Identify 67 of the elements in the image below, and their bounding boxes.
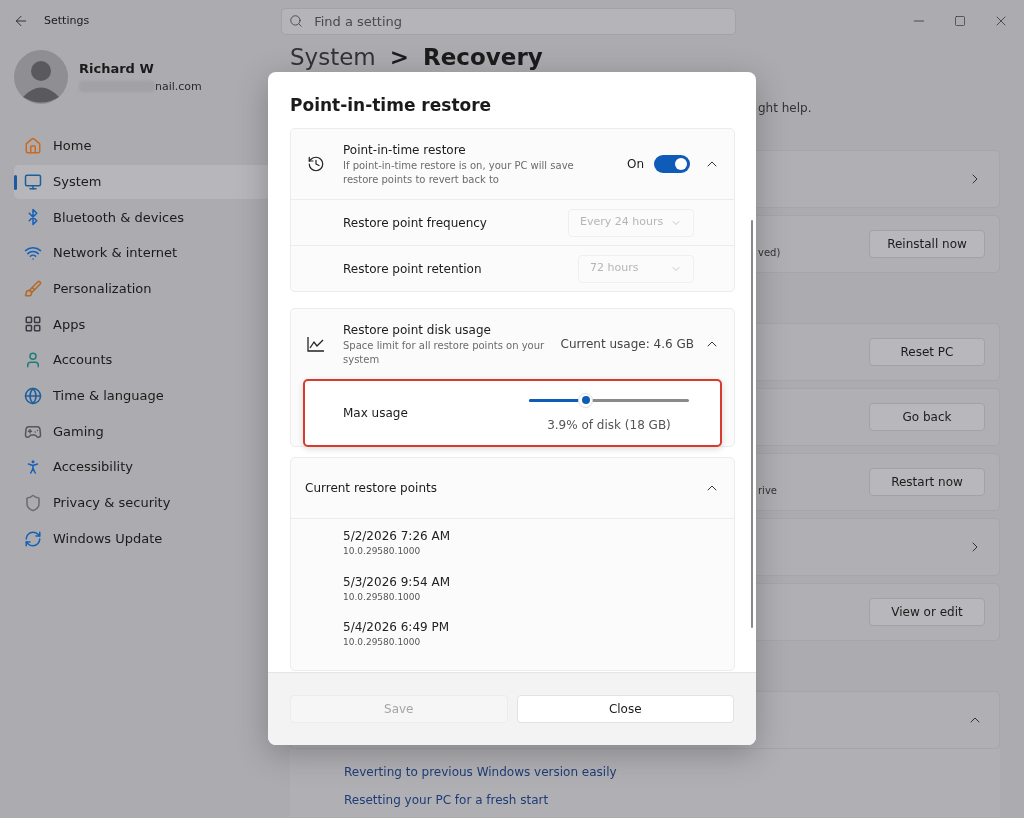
action-button[interactable]: Reinstall now: [869, 230, 985, 258]
slider[interactable]: [529, 392, 689, 408]
sidebar-item[interactable]: Apps: [14, 307, 270, 342]
toggle-state-label: On: [626, 156, 644, 173]
help-link[interactable]: Reverting to previous Windows version easily: [344, 763, 617, 781]
history-icon: [307, 155, 325, 173]
breadcrumb-item[interactable]: System: [290, 42, 376, 72]
search-icon: [289, 13, 304, 28]
window-title: Settings: [44, 12, 90, 29]
sidebar-item[interactable]: Privacy & security: [14, 485, 270, 520]
brush-icon: [24, 279, 42, 298]
slider-reading: 3.9% of disk (18 GB): [547, 416, 671, 434]
action-button[interactable]: View or edit: [869, 598, 985, 626]
maximize-icon[interactable]: [954, 15, 966, 27]
setting-description: Space limit for all restore points on your system: [343, 339, 546, 367]
dialog-title: Point-in-time restore: [290, 93, 492, 117]
person-icon: [24, 351, 42, 370]
house-icon: [24, 137, 42, 155]
setting-description: If point-in-time restore is on, your PC will save restore points to revert back to: [343, 159, 575, 187]
sidebar-item[interactable]: Network & internet: [14, 236, 270, 271]
sidebar-item[interactable]: Home: [14, 129, 270, 163]
action-button[interactable]: Restart now: [869, 468, 985, 496]
sidebar-item[interactable]: Personalization: [14, 271, 270, 306]
description-text: rive: [758, 483, 777, 498]
monitor-icon: [24, 172, 42, 191]
line-chart-icon: [307, 336, 325, 352]
description-text: ved): [758, 245, 781, 260]
wifi-icon: [24, 244, 42, 263]
sidebar-item[interactable]: Time & language: [14, 378, 270, 413]
action-button[interactable]: Reset PC: [869, 338, 985, 366]
breadcrumb-item: Recovery: [423, 43, 543, 72]
toggle-switch[interactable]: [654, 155, 690, 173]
breadcrumb-separator: >: [389, 43, 410, 72]
sidebar-item[interactable]: Gaming: [14, 414, 270, 449]
restore-point-version: 10.0.29580.1000: [343, 545, 422, 558]
action-button[interactable]: Go back: [869, 403, 985, 431]
shield-icon: [24, 493, 42, 512]
globe-icon: [24, 386, 42, 405]
sidebar-item[interactable]: Accounts: [14, 343, 270, 378]
user-email: nail.com: [155, 78, 202, 95]
restore-point-date: 5/2/2026 7:26 AM: [343, 528, 452, 545]
restore-point-version: 10.0.29580.1000: [343, 636, 422, 649]
setting-label: Restore point frequency: [343, 214, 487, 232]
user-name: Richard W: [79, 60, 155, 78]
setting-title: Restore point disk usage: [343, 322, 492, 339]
sidebar-item[interactable]: Windows Update: [14, 521, 270, 556]
sidebar-item[interactable]: Bluetooth & devices: [14, 200, 270, 235]
apps-grid-icon: [24, 315, 42, 334]
setting-label: Restore point retention: [343, 260, 482, 278]
setting-title: Point-in-time restore: [343, 142, 467, 159]
avatar: [14, 50, 68, 104]
setting-label: Max usage: [343, 405, 408, 422]
dialog-button[interactable]: Close: [516, 695, 734, 723]
help-link[interactable]: Resetting your PC for a fresh start: [344, 791, 549, 809]
back-icon[interactable]: [13, 13, 29, 29]
search-field[interactable]: Find a setting: [281, 7, 737, 35]
sidebar-item[interactable]: System: [14, 164, 270, 199]
setting-title: Current restore points: [305, 480, 437, 497]
slider-thumb[interactable]: [578, 392, 593, 408]
selection-indicator: [14, 174, 17, 190]
restore-point-version: 10.0.29580.1000: [343, 590, 422, 604]
usage-text: Current usage: 4.6 GB: [560, 336, 694, 353]
subtitle-text: ght help.: [758, 100, 812, 117]
refresh-icon: [24, 529, 42, 548]
sidebar-item[interactable]: Accessibility: [14, 450, 270, 485]
restore-point-date: 5/3/2026 9:54 AM: [343, 573, 452, 591]
restore-point-date: 5/4/2026 6:49 PM: [343, 619, 451, 636]
